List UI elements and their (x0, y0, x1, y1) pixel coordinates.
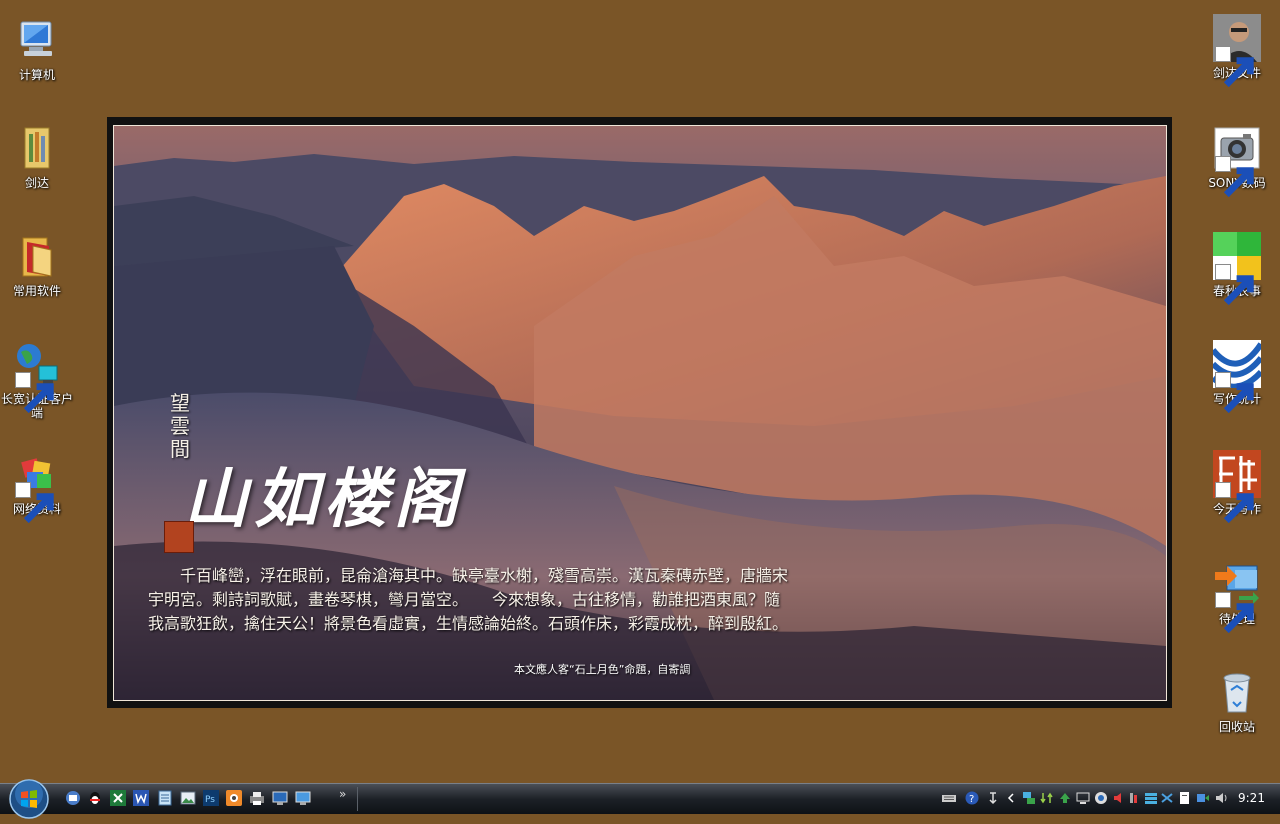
folder-icon (13, 124, 61, 172)
app-red-icon[interactable] (1112, 791, 1126, 805)
user-photo-icon (1213, 14, 1261, 88)
quick-launch-overflow-button[interactable]: » (339, 787, 346, 801)
pending-transfer-icon (1213, 560, 1261, 634)
shortcut-arrow-icon (1215, 264, 1254, 306)
system-tray: ? (938, 784, 1280, 814)
network-adapter-icon[interactable] (1144, 791, 1158, 805)
quick-launch-network[interactable] (272, 790, 288, 806)
desktop-icon-network-client[interactable]: 长宽认证客户端 (1, 340, 73, 420)
printer-icon (250, 792, 264, 805)
folder-icon (13, 232, 61, 280)
wallpaper-frame: 望雲間 山如楼阁 千百峰巒，浮在眼前，昆侖滄海其中。缺亭臺水榭，殘雪高崇。漢瓦秦… (107, 117, 1172, 708)
desktop-icon-recycle-bin[interactable]: 回收站 (1201, 668, 1273, 734)
taskbar: Ps » ? 9:21 (0, 779, 1280, 819)
excel-icon (110, 790, 126, 806)
safely-remove-icon[interactable] (1196, 791, 1210, 805)
taskbar-clock[interactable]: 9:21 (1238, 791, 1265, 805)
sync-icon[interactable] (1040, 791, 1054, 805)
shortcut-arrow-icon (15, 482, 54, 524)
recycle-bin-icon (1213, 668, 1261, 716)
desktop-icon-writing-stats[interactable]: 写作统计 (1201, 340, 1273, 414)
taskbar-divider (357, 787, 358, 811)
task-icon[interactable] (1178, 791, 1192, 805)
shortcut-arrow-icon (1215, 482, 1254, 524)
qq-icon (90, 792, 100, 804)
desktop-icon-jianda-files[interactable]: 剑达文件 (1201, 14, 1273, 88)
seal-app-icon (1213, 450, 1261, 524)
camera-icon (1213, 124, 1261, 198)
desktop-icon-network-data[interactable]: 网络资料 (1, 450, 73, 524)
computer-icon (13, 16, 61, 64)
bluetooth-icon[interactable] (1160, 791, 1174, 805)
quick-launch-word[interactable] (133, 790, 149, 806)
network-tray-icon[interactable] (1022, 791, 1036, 805)
wallpaper-photo: 望雲間 山如楼阁 千百峰巒，浮在眼前，昆侖滄海其中。缺亭臺水榭，殘雪高崇。漢瓦秦… (113, 125, 1167, 701)
desktop-icon-common-software[interactable]: 常用软件 (1, 232, 73, 298)
desktop-icon-computer[interactable]: 计算机 (1, 16, 73, 82)
desktop-icon-label: 剑达 (24, 176, 49, 190)
picture-viewer-icon (180, 791, 196, 805)
quick-launch-photoshop[interactable]: Ps (203, 790, 219, 806)
volume-icon[interactable] (1128, 791, 1142, 805)
upload-icon[interactable] (1058, 791, 1072, 805)
quick-launch-notepad[interactable] (157, 790, 173, 806)
wallpaper-calligraphy-title: 山如楼阁 (184, 462, 464, 537)
speaker-icon[interactable] (1214, 791, 1228, 805)
network-client-icon (13, 340, 61, 414)
desktop-icon-chunqiu[interactable]: 春秋农事 (1201, 232, 1273, 306)
desktop-icon-today-writing[interactable]: 今天写作 (1201, 450, 1273, 524)
word-icon (133, 790, 149, 806)
grid-app-icon (1213, 232, 1261, 306)
desktop-icon-jianda[interactable]: 剑达 (1, 124, 73, 190)
quick-launch-picture-viewer[interactable] (180, 790, 196, 806)
svg-text:?: ? (969, 794, 974, 805)
shortcut-arrow-icon (1215, 372, 1254, 414)
shortcut-arrow-icon (15, 372, 54, 414)
pin-icon[interactable] (986, 791, 1000, 805)
photoshop-icon: Ps (203, 790, 219, 806)
start-button[interactable] (8, 778, 50, 820)
desktop-icon-sony[interactable]: SONY数码 (1201, 124, 1273, 198)
security-icon[interactable] (1094, 791, 1108, 805)
quick-launch-printer[interactable] (249, 790, 265, 806)
quick-launch-excel[interactable] (110, 790, 126, 806)
quick-launch-camera-app[interactable] (226, 790, 242, 806)
shortcut-arrow-icon (1215, 46, 1254, 88)
desktop-icon-label: 计算机 (18, 68, 55, 82)
wallpaper-poem-note: 本文應人客“石上月色”命題，自寄調 (514, 663, 691, 676)
display-icon (295, 791, 311, 805)
wallpaper-poem-text: 千百峰巒，浮在眼前，昆侖滄海其中。缺亭臺水榭，殘雪高崇。漢瓦秦磚赤壁，唐牆宋宇明… (148, 566, 789, 633)
camera-app-icon (226, 790, 242, 806)
network-icon (272, 791, 288, 805)
help-icon[interactable]: ? (965, 791, 979, 805)
desktop-icon-label: 常用软件 (12, 284, 61, 298)
shortcut-arrow-icon (1215, 592, 1254, 634)
svg-text:Ps: Ps (205, 795, 215, 805)
desktop-switch-icon (66, 791, 80, 805)
quick-launch-desktop-switch[interactable] (65, 790, 81, 806)
quick-launch-qq[interactable] (87, 790, 103, 806)
desktop-icon-label: 回收站 (1218, 720, 1255, 734)
monitor-icon[interactable] (1076, 791, 1090, 805)
windows-start-orb-icon (9, 779, 49, 819)
expand-icon[interactable] (1004, 791, 1018, 805)
statistics-icon (1213, 340, 1261, 414)
quick-launch-display[interactable] (295, 790, 311, 806)
keyboard-icon[interactable] (942, 791, 956, 805)
red-seal-stamp-icon (164, 521, 194, 553)
shortcut-arrow-icon (1215, 156, 1254, 198)
desktop-icon-pending[interactable]: 待处理 (1201, 560, 1273, 634)
notepad-icon (158, 790, 172, 806)
network-data-icon (13, 450, 61, 524)
